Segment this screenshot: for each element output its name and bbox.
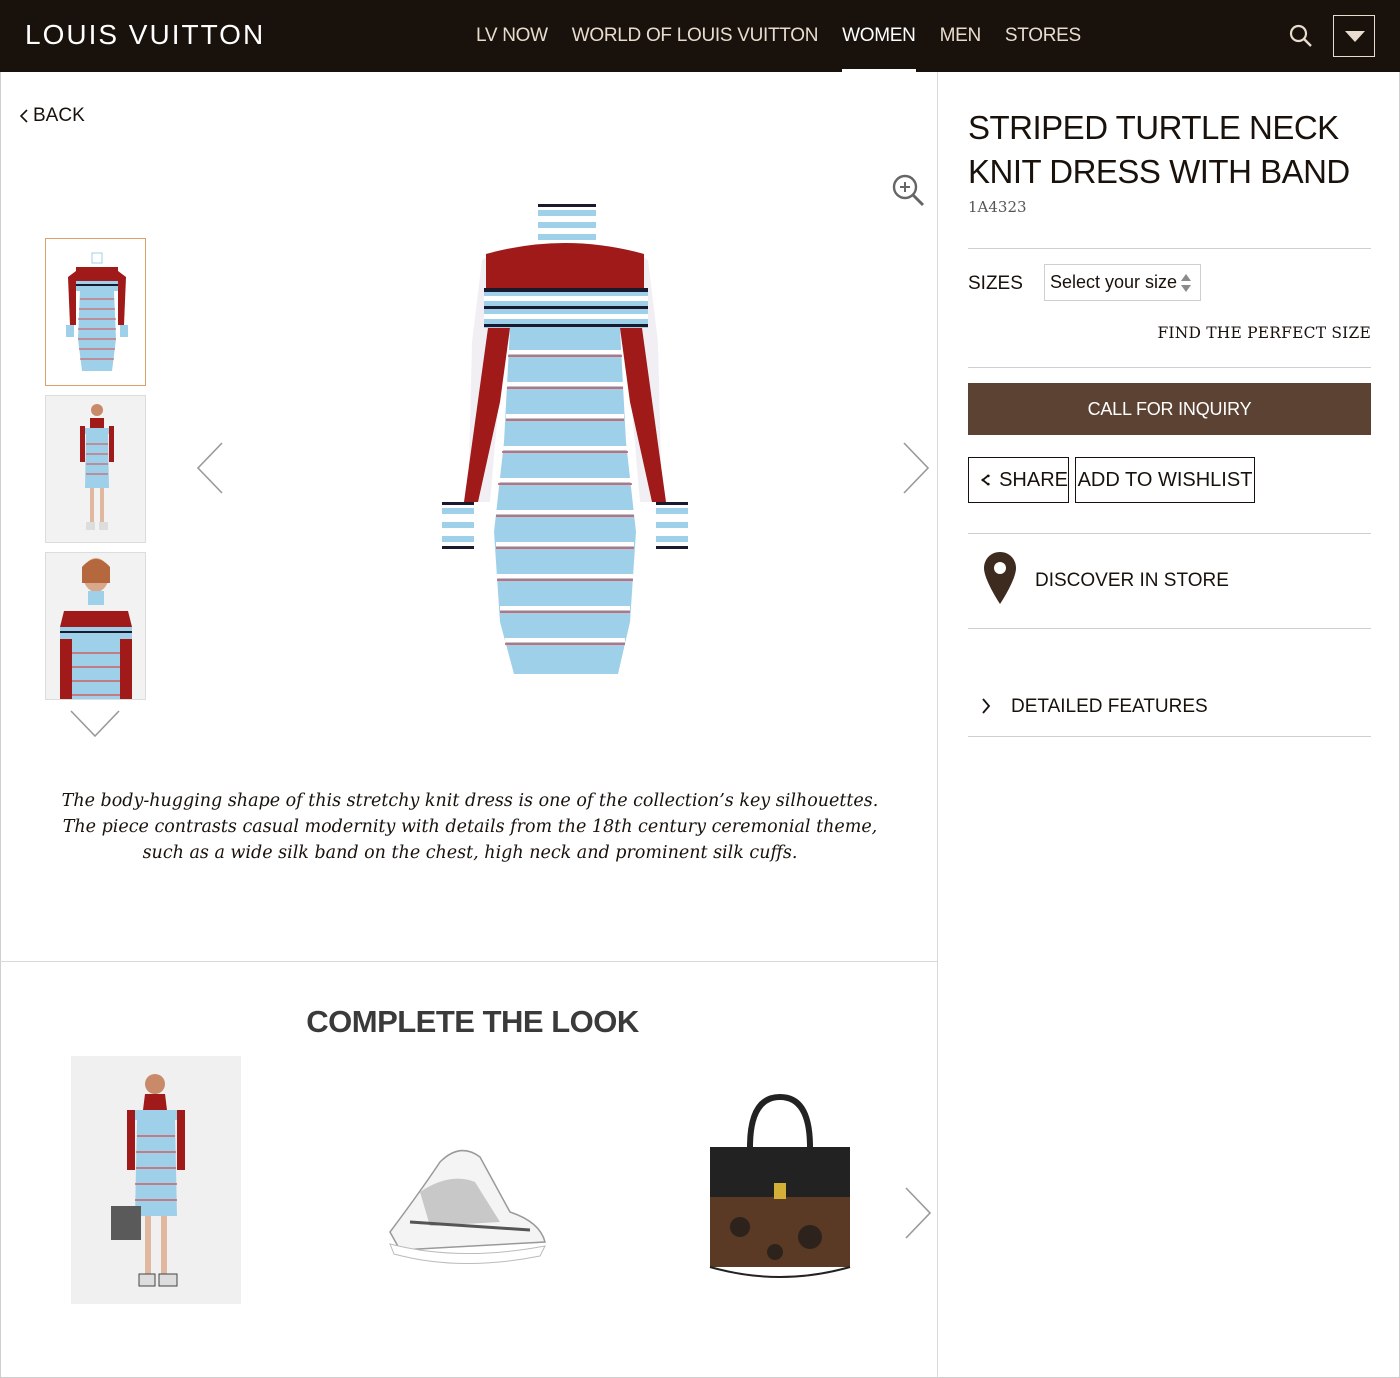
product-sku: 1A4323 [968, 198, 1027, 216]
chevron-right-icon [905, 1187, 932, 1239]
product-gallery-column: BACK The body-hugging shape of this stre… [0, 72, 938, 1378]
select-arrows-icon [1181, 274, 1191, 292]
share-icon [981, 474, 990, 486]
add-to-wishlist-button[interactable]: ADD TO WISHLIST [1075, 457, 1255, 503]
chevron-down-icon [1345, 31, 1365, 42]
next-image-button[interactable] [902, 442, 930, 499]
size-select[interactable]: Select your size [1044, 264, 1201, 301]
nav-item-lv-now[interactable]: LV NOW [476, 0, 548, 72]
product-info-column: STRIPED TURTLE NECK KNIT DRESS WITH BAND… [938, 72, 1400, 1378]
section-divider [0, 961, 937, 962]
look-next-button[interactable] [904, 1187, 932, 1244]
divider [968, 248, 1371, 249]
menu-toggle-button[interactable] [1333, 15, 1375, 57]
search-icon[interactable] [1288, 23, 1314, 49]
share-button[interactable]: SHARE [968, 457, 1069, 503]
product-title: STRIPED TURTLE NECK KNIT DRESS WITH BAND [968, 109, 1350, 190]
complete-the-look-title: COMPLETE THE LOOK [306, 1004, 639, 1039]
thumbnail-front-view[interactable] [45, 238, 146, 386]
nav-item-men[interactable]: MEN [940, 0, 982, 72]
product-description: The body-hugging shape of this stretchy … [61, 791, 879, 863]
divider [968, 367, 1371, 368]
share-label: SHARE [999, 469, 1068, 491]
divider [968, 736, 1371, 737]
nav-item-women[interactable]: WOMEN [842, 0, 917, 72]
previous-image-button[interactable] [196, 442, 224, 499]
thumbnails-down-arrow[interactable] [70, 710, 120, 743]
divider [968, 628, 1371, 629]
back-label: BACK [33, 105, 85, 126]
thumbnail-model-full[interactable] [45, 395, 146, 543]
size-select-value: Select your size [1050, 272, 1178, 292]
brand-logo[interactable]: LOUIS VUITTON [25, 19, 265, 51]
look-item-model[interactable] [71, 1056, 241, 1304]
nav-item-world[interactable]: WORLD OF LOUIS VUITTON [572, 0, 819, 72]
zoom-in-icon[interactable] [890, 172, 926, 208]
chevron-right-icon [903, 442, 930, 494]
discover-in-store-link[interactable]: DISCOVER IN STORE [1035, 570, 1229, 592]
main-nav: LV NOW WORLD OF LOUIS VUITTON WOMEN MEN … [476, 0, 1105, 72]
site-header: LOUIS VUITTON LV NOW WORLD OF LOUIS VUIT… [0, 0, 1400, 72]
chevron-down-icon [70, 710, 120, 738]
divider [968, 533, 1371, 534]
detailed-features-toggle[interactable]: DETAILED FEATURES [1011, 696, 1208, 718]
call-for-inquiry-button[interactable]: CALL FOR INQUIRY [968, 383, 1371, 435]
nav-item-stores[interactable]: STORES [1005, 0, 1081, 72]
chevron-left-icon [20, 109, 28, 123]
thumbnail-model-closeup[interactable] [45, 552, 146, 700]
back-link[interactable]: BACK [20, 105, 85, 127]
chevron-left-icon [196, 442, 223, 494]
look-item-handbag[interactable] [700, 1087, 860, 1287]
look-item-sneaker[interactable] [380, 1122, 550, 1272]
main-product-image[interactable] [430, 202, 700, 677]
find-perfect-size-link[interactable]: FIND THE PERFECT SIZE [1157, 324, 1371, 342]
location-pin-icon[interactable] [982, 550, 1018, 611]
chevron-right-icon[interactable] [981, 698, 991, 719]
sizes-label: SIZES [968, 273, 1023, 294]
